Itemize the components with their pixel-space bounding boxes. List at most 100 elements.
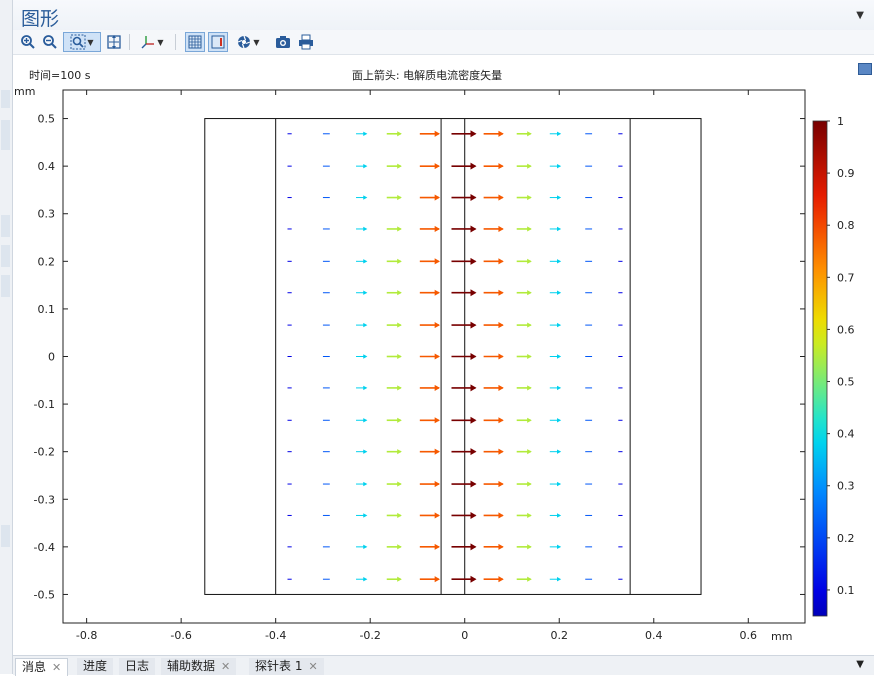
arrow-head [557,259,562,264]
tab-progress[interactable]: 进度 [77,658,114,675]
current-arrow [549,226,562,232]
tab-messages[interactable]: 消息 ✕ [15,658,69,676]
tab-probe-table[interactable]: 探针表 1 ✕ [249,658,324,675]
current-arrow [451,162,477,170]
current-arrow [516,258,532,264]
arrow-head [527,481,532,487]
bottom-tab-bar: 消息 ✕ 进度 日志 辅助数据 ✕ 探针表 1 ✕ ▼ [13,655,874,676]
current-arrow [356,322,368,328]
current-arrow [549,544,562,550]
arrow-head [434,130,440,137]
current-arrow [419,258,440,265]
scene-light-icon [238,35,251,49]
current-arrow [483,384,504,391]
quiver-plot: 时间=100 s 面上箭头: 电解质电流密度矢量 mm mm -0.8 -0.6-… [14,68,855,643]
current-arrow [483,130,504,137]
tab-label: 辅助数据 [167,659,216,673]
arrow-head [557,481,562,487]
axes-view-button[interactable]: ▼ [135,32,169,52]
colorbar-tick-label: 0.7 [837,271,855,284]
y-tick-label: 0 [48,351,55,364]
arrow-head [363,290,368,295]
left-panel-strip [0,0,13,674]
arrow-head [498,576,504,583]
arrow-head [498,194,504,201]
tab-label: 进度 [83,659,108,673]
current-arrow [549,259,562,264]
current-arrow [386,131,402,137]
tab-log[interactable]: 日志 [119,658,156,675]
x-tick-label: 0.6 [740,629,758,642]
arrow-head [434,289,440,296]
current-arrow [451,480,477,488]
x-tick-label: -0.8 [76,629,97,642]
arrow-head [397,163,402,169]
x-tick-label: 0.2 [550,629,568,642]
current-arrow [419,448,440,455]
arrow-head [470,225,477,233]
panel-menu-arrow-icon[interactable]: ▼ [856,10,864,21]
arrow-head [470,257,477,265]
axes-icon [141,36,155,49]
current-arrow [386,163,402,169]
tab-auxiliary-data[interactable]: 辅助数据 ✕ [161,658,237,675]
current-arrow [549,418,562,423]
grid-icon[interactable] [185,32,205,52]
plot-area[interactable]: 时间=100 s 面上箭头: 电解质电流密度矢量 mm mm -0.8 -0.6-… [13,55,874,655]
current-arrow [451,130,477,138]
chevron-down-icon[interactable]: ▼ [253,38,259,47]
arrow-head [470,162,477,170]
current-arrow [419,481,440,488]
current-arrow [386,322,402,328]
current-arrow [419,576,440,583]
close-icon[interactable]: ✕ [221,660,230,673]
arrow-head [434,163,440,170]
arrow-head [397,449,402,455]
chevron-down-icon[interactable]: ▼ [856,659,864,670]
arrow-head [397,131,402,137]
arrow-head [470,543,477,551]
zoom-box-button[interactable]: ▼ [63,32,101,52]
chevron-down-icon[interactable]: ▼ [157,38,163,47]
arrow-head [434,481,440,488]
current-arrow [549,131,562,136]
arrow-head [434,322,440,329]
camera-icon[interactable] [273,32,293,52]
arrow-head [470,575,477,583]
current-arrow [516,194,532,201]
scene-light-button[interactable]: ▼ [231,32,265,52]
left-strip-block [1,90,10,108]
close-icon[interactable]: ✕ [308,660,317,673]
arrow-head [557,131,562,136]
arrow-head [557,513,562,518]
arrow-head [498,448,504,455]
arrow-head [434,448,440,455]
arrow-head [527,385,532,391]
arrow-head [470,353,477,360]
print-icon[interactable] [296,32,316,52]
zoom-out-icon[interactable] [41,32,59,52]
chevron-down-icon[interactable]: ▼ [87,38,93,47]
arrow-head [397,481,402,487]
current-arrow [549,385,562,391]
current-arrow [549,322,562,328]
arrow-head [557,449,562,454]
close-icon[interactable]: ✕ [52,661,61,674]
arrow-head [527,290,532,296]
window-icon[interactable] [858,63,872,75]
arrow-head [363,481,368,487]
current-arrow [516,512,532,519]
arrow-head [557,322,562,328]
zoom-extents-icon[interactable] [105,32,123,52]
legend-icon[interactable] [208,32,228,52]
current-arrow [386,290,402,296]
current-arrow [483,481,504,488]
current-arrow [516,576,532,582]
arrow-head [363,544,368,550]
arrow-head [557,418,562,423]
y-tick-label: 0.5 [38,113,56,126]
panel-title: 图形 [21,8,60,30]
arrow-head [470,194,477,202]
time-label: 时间=100 s [29,69,91,82]
zoom-in-icon[interactable] [19,32,37,52]
